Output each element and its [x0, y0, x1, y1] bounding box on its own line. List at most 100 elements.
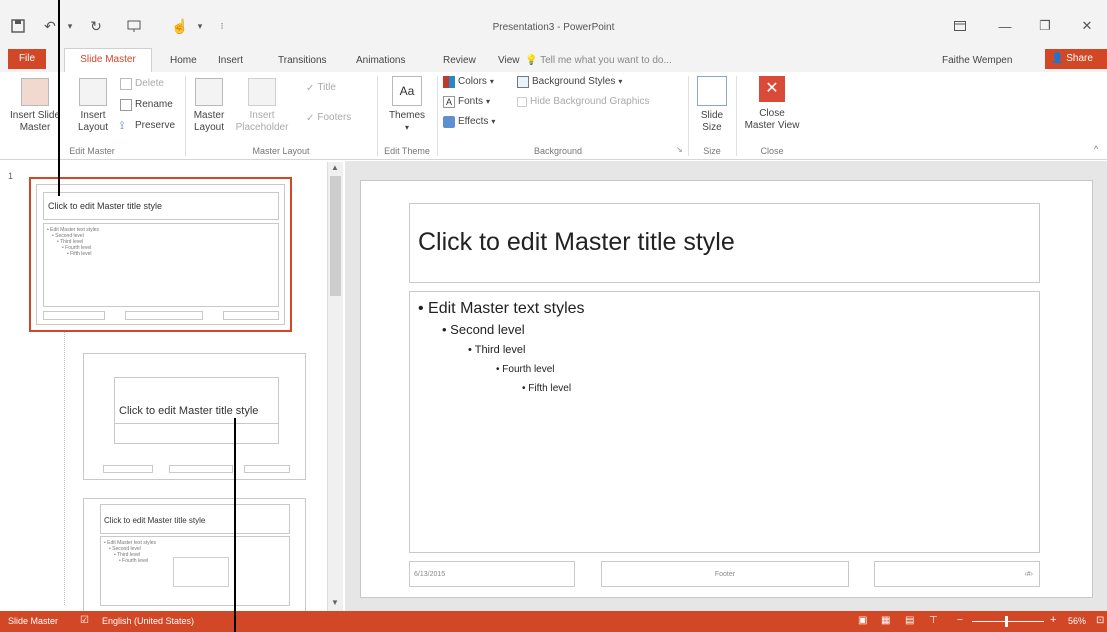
insert-slide-master-button[interactable]: Insert Slide Master: [4, 78, 66, 134]
thumbnail-scrollbar[interactable]: ▲ ▼: [327, 162, 343, 611]
ribbon: Insert Slide Master Insert Layout Delete…: [0, 72, 1107, 160]
zoom-level[interactable]: 56%: [1068, 616, 1086, 626]
content-icons-placeholder: [173, 557, 229, 587]
group-separator: [736, 76, 737, 156]
slide-level3: • Third level: [468, 344, 526, 356]
scroll-up-icon[interactable]: ▲: [331, 163, 339, 172]
rename-button[interactable]: Rename: [120, 99, 173, 111]
footers-checkbox[interactable]: ✓ Footers: [306, 112, 351, 124]
themes-button[interactable]: Aa Themes ▾: [384, 76, 430, 134]
group-separator: [185, 76, 186, 156]
delete-button[interactable]: Delete: [120, 78, 164, 90]
master-layout-button[interactable]: Master Layout: [188, 78, 230, 134]
tab-transitions[interactable]: Transitions: [276, 51, 329, 71]
reading-view-icon[interactable]: ▤: [905, 615, 914, 626]
tab-home[interactable]: Home: [168, 51, 199, 71]
background-styles-button[interactable]: Background Styles ▾: [517, 76, 622, 88]
body-placeholder[interactable]: • Edit Master text styles • Second level…: [409, 291, 1040, 553]
colors-label: Colors: [458, 76, 487, 87]
insert-layout-label2: Layout: [77, 122, 109, 133]
scroll-down-icon[interactable]: ▼: [331, 598, 339, 607]
master-layout-icon: [195, 78, 223, 106]
status-language[interactable]: English (United States): [102, 616, 194, 626]
scroll-thumb[interactable]: [330, 176, 341, 296]
normal-view-icon[interactable]: ▣: [858, 615, 867, 626]
thumb2-title-placeholder: Click to edit Master title style: [114, 377, 279, 444]
thumb3-title-placeholder: Click to edit Master title style: [100, 504, 290, 534]
insert-placeholder-label2: Placeholder: [235, 122, 289, 133]
hide-background-graphics-checkbox[interactable]: Hide Background Graphics: [517, 96, 650, 108]
zoom-out-icon[interactable]: −: [957, 615, 963, 626]
preserve-button[interactable]: ⟟ Preserve: [120, 120, 175, 132]
tab-slide-master[interactable]: Slide Master: [64, 48, 152, 72]
fit-to-window-icon[interactable]: ⊡: [1096, 615, 1104, 626]
tell-me-box[interactable]: 💡 Tell me what you want to do...: [525, 51, 672, 71]
insert-placeholder-label1: Insert: [249, 110, 275, 121]
page-number-placeholder[interactable]: ‹#›: [874, 561, 1040, 587]
thumbnail-pane: 1 Click to edit Master title style • Edi…: [0, 161, 344, 618]
colors-icon: [443, 76, 455, 88]
callout-line-layout: [234, 418, 236, 632]
themes-icon: Aa: [392, 76, 422, 106]
effects-label: Effects: [458, 116, 489, 127]
group-label-master-layout: Master Layout: [252, 146, 310, 156]
effects-dropdown-icon: ▾: [491, 117, 496, 126]
tab-animations[interactable]: Animations: [354, 51, 407, 71]
colors-button[interactable]: Colors ▾: [443, 76, 494, 88]
collapse-ribbon-icon[interactable]: ^: [1094, 144, 1098, 154]
date-placeholder[interactable]: 6/13/2015: [409, 561, 575, 587]
insert-placeholder-button[interactable]: Insert Placeholder: [234, 78, 290, 134]
user-name[interactable]: Faithe Wempen: [942, 51, 1012, 71]
tab-view[interactable]: View: [496, 51, 522, 71]
zoom-in-icon[interactable]: +: [1050, 614, 1056, 626]
close-master-view-button[interactable]: ✕ Close Master View: [738, 76, 806, 132]
background-styles-dropdown-icon: ▾: [618, 77, 623, 86]
effects-button[interactable]: Effects ▾: [443, 116, 495, 128]
close-window-icon[interactable]: ✕: [1067, 14, 1107, 38]
slide-level2: • Second level: [442, 322, 525, 337]
slide-level5-text: Fifth level: [528, 383, 572, 394]
group-label-close: Close: [760, 146, 784, 156]
thumbnail-title-layout[interactable]: Click to edit Master title style: [83, 353, 306, 480]
title-placeholder[interactable]: Click to edit Master title style: [409, 203, 1040, 283]
insert-layout-button[interactable]: Insert Layout: [70, 78, 116, 134]
thumbnail-slide: Click to edit Master title style • Edit …: [36, 184, 285, 325]
tab-file[interactable]: File: [8, 49, 46, 69]
slide-show-icon[interactable]: ⊤: [929, 615, 938, 626]
rename-label: Rename: [135, 99, 173, 110]
thumbnail-content-layout[interactable]: Click to edit Master title style • Edit …: [83, 498, 306, 618]
master-layout-label2: Layout: [193, 122, 225, 133]
tab-review[interactable]: Review: [441, 51, 478, 71]
thumb-level5: • Fifth level: [67, 251, 92, 257]
themes-label: Themes: [388, 110, 426, 121]
restore-icon[interactable]: ❐: [1025, 14, 1065, 38]
slide-level5: • Fifth level: [522, 383, 572, 394]
fonts-button[interactable]: A Fonts ▾: [443, 96, 490, 108]
slide-size-label1: Slide: [700, 110, 724, 121]
checkmark-icon: ✓: [306, 82, 315, 94]
dialog-launcher-icon[interactable]: ↘: [676, 145, 683, 154]
minimize-icon[interactable]: —: [985, 14, 1025, 38]
title-checkbox[interactable]: ✓ Title: [306, 82, 336, 94]
share-button[interactable]: 👤 Share: [1045, 49, 1107, 69]
slide-canvas[interactable]: Click to edit Master title style • Edit …: [360, 180, 1093, 598]
status-mode: Slide Master: [8, 616, 59, 626]
rename-icon: [120, 99, 132, 111]
slide-sorter-icon[interactable]: ▦: [881, 615, 890, 626]
ribbon-display-options-icon[interactable]: [940, 14, 980, 38]
thumbnail-slide-master[interactable]: Click to edit Master title style • Edit …: [29, 177, 292, 332]
master-layout-label1: Master: [193, 110, 225, 121]
group-separator: [688, 76, 689, 156]
group-separator: [437, 76, 438, 156]
zoom-slider-thumb[interactable]: [1005, 616, 1008, 627]
checkbox-icon: [517, 97, 527, 107]
tab-insert[interactable]: Insert: [216, 51, 245, 71]
slide-size-button[interactable]: Slide Size: [692, 76, 732, 134]
slide-level4-text: Fourth level: [502, 364, 555, 375]
footer-placeholder[interactable]: Footer: [601, 561, 849, 587]
background-styles-icon: [517, 76, 529, 88]
spell-check-icon[interactable]: ☑: [80, 615, 89, 626]
ribbon-tabs: File Slide Master Home Insert Transition…: [0, 45, 1107, 72]
thumb2-page-placeholder: [244, 465, 290, 473]
zoom-slider-track[interactable]: [972, 621, 1044, 622]
